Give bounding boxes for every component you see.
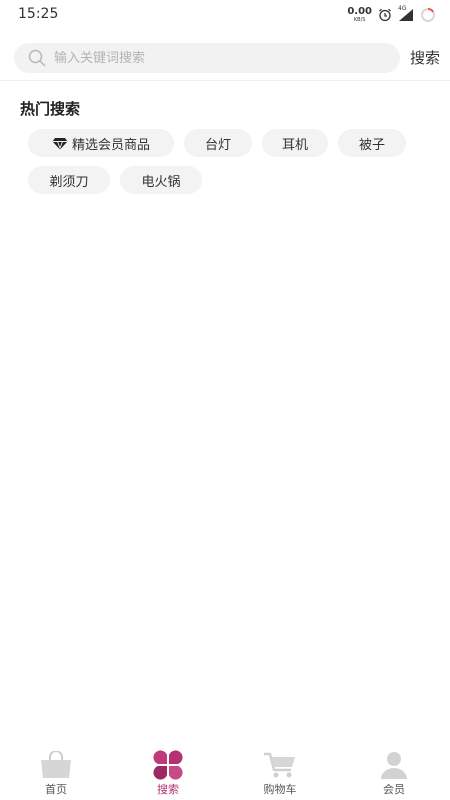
status-bar: 15:25 0.00 KB/S 4G [0,0,450,30]
tab-label: 会员 [383,783,405,796]
tab-label: 购物车 [263,783,297,796]
tab-label: 首页 [45,783,67,796]
cart-icon [262,750,298,780]
hot-tag-vip-goods[interactable]: 精选会员商品 [28,129,174,157]
bottom-tab-bar: 首页 搜索 购物车 会员 [0,748,450,800]
hot-tag-desk-lamp[interactable]: 台灯 [184,129,252,157]
tab-label: 搜索 [157,783,179,796]
status-icons: 0.00 KB/S 4G [347,5,436,25]
search-row: 搜索 [0,42,450,74]
hot-tag-label: 精选会员商品 [71,137,150,153]
net-speed-value: 0.00 [347,6,372,17]
diamond-icon [52,137,68,150]
hot-tag-label: 台灯 [204,137,231,153]
hot-tag-quilt[interactable]: 被子 [338,129,406,157]
hot-tag-label: 剃须刀 [49,174,89,190]
hot-tag-electric-hotpot[interactable]: 电火锅 [120,166,202,194]
status-time: 15:25 [18,6,59,22]
shopping-bag-icon [39,750,73,780]
hot-tag-earphones[interactable]: 耳机 [262,129,328,157]
battery-ring-icon [420,7,436,23]
alarm-icon [378,8,392,22]
hot-tag-label: 电火锅 [141,174,181,190]
search-box[interactable] [14,43,400,73]
tab-member[interactable]: 会员 [338,748,450,800]
tab-cart[interactable]: 购物车 [224,748,336,800]
net-speed: 0.00 KB/S [347,7,372,23]
hot-tag-razor[interactable]: 剃须刀 [28,166,110,194]
tab-search[interactable]: 搜索 [112,748,224,800]
clover-icon [150,750,186,780]
tab-home[interactable]: 首页 [0,748,112,800]
hot-search-title: 热门搜索 [20,100,81,118]
net-speed-unit: KB/S [353,17,366,23]
network-type-label: 4G [398,5,407,12]
search-icon [28,49,46,71]
hot-tag-label: 耳机 [281,137,308,153]
person-icon [379,750,409,780]
header-divider [0,80,450,81]
hot-tag-label: 被子 [358,137,385,153]
signal-icon: 4G [398,5,414,22]
search-button[interactable]: 搜索 [410,47,440,68]
search-input[interactable] [54,43,394,73]
